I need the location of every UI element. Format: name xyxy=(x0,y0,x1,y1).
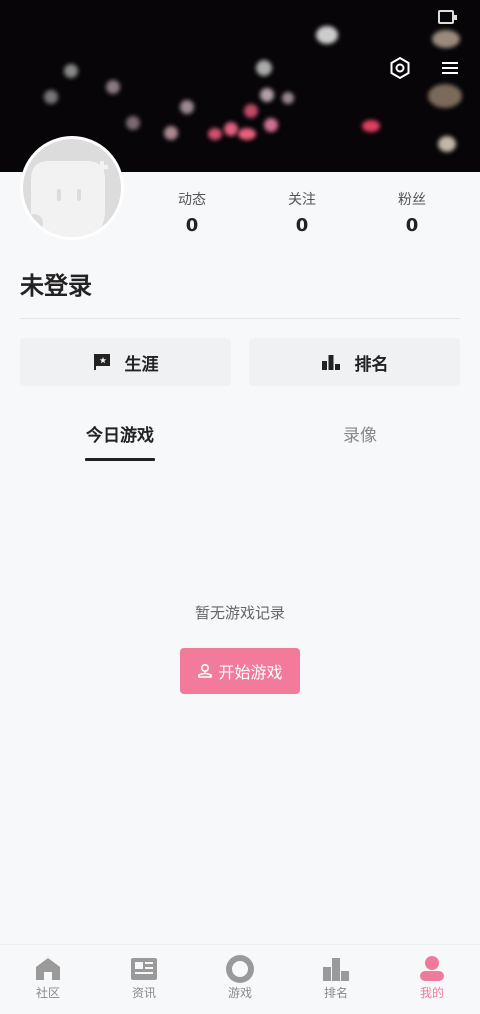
stat-value: 0 xyxy=(405,215,419,236)
menu-icon xyxy=(442,62,458,74)
flag-icon xyxy=(93,354,110,370)
nav-label: 我的 xyxy=(419,986,444,1000)
stat-posts[interactable]: 动态 0 xyxy=(137,190,247,240)
home-icon xyxy=(36,958,60,980)
nav-ranking[interactable]: 排名 xyxy=(288,945,384,1014)
tab-indicator xyxy=(85,458,155,461)
stat-following[interactable]: 关注 0 xyxy=(247,190,357,240)
career-button[interactable]: 生涯 xyxy=(20,338,231,386)
settings-button[interactable] xyxy=(387,55,413,81)
career-label: 生涯 xyxy=(124,354,159,375)
tab-replays[interactable]: 录像 xyxy=(325,418,395,454)
podium-icon xyxy=(321,355,340,370)
start-game-label: 开始游戏 xyxy=(218,663,283,682)
start-game-button[interactable]: 开始游戏 xyxy=(180,648,300,694)
nav-label: 社区 xyxy=(35,986,60,1000)
nav-profile[interactable]: 我的 xyxy=(384,945,480,1014)
nav-games[interactable]: 游戏 xyxy=(192,945,288,1014)
stat-label: 动态 xyxy=(178,192,206,208)
tab-today-games[interactable]: 今日游戏 xyxy=(85,418,155,454)
default-avatar-icon xyxy=(23,139,121,237)
nav-community[interactable]: 社区 xyxy=(0,945,96,1014)
avatar[interactable] xyxy=(20,136,124,240)
divider xyxy=(20,318,460,319)
nav-label: 游戏 xyxy=(227,986,252,1000)
stat-value: 0 xyxy=(185,215,199,236)
stat-label: 粉丝 xyxy=(398,192,426,208)
news-icon xyxy=(131,958,157,980)
empty-state-message: 暂无游戏记录 xyxy=(194,604,285,622)
bottom-navigation: 社区 资讯 游戏 排名 我的 xyxy=(0,944,480,1014)
nav-news[interactable]: 资讯 xyxy=(96,945,192,1014)
stat-followers[interactable]: 粉丝 0 xyxy=(357,190,467,240)
menu-button[interactable] xyxy=(437,55,463,81)
gear-icon xyxy=(390,56,410,80)
battery-icon xyxy=(438,10,457,24)
profile-stats: 动态 0 关注 0 粉丝 0 xyxy=(137,190,467,240)
game-icon xyxy=(226,955,254,983)
stat-value: 0 xyxy=(295,215,309,236)
username[interactable]: 未登录 xyxy=(20,266,92,301)
ranking-icon xyxy=(323,958,349,981)
ranking-label: 排名 xyxy=(354,354,389,375)
nav-label: 排名 xyxy=(323,986,348,1000)
profile-icon xyxy=(420,956,444,981)
ranking-button[interactable]: 排名 xyxy=(249,338,460,386)
nav-label: 资讯 xyxy=(131,986,156,1000)
content-tabs: 今日游戏 录像 xyxy=(20,418,460,462)
stat-label: 关注 xyxy=(288,192,316,208)
joystick-icon xyxy=(198,663,213,678)
